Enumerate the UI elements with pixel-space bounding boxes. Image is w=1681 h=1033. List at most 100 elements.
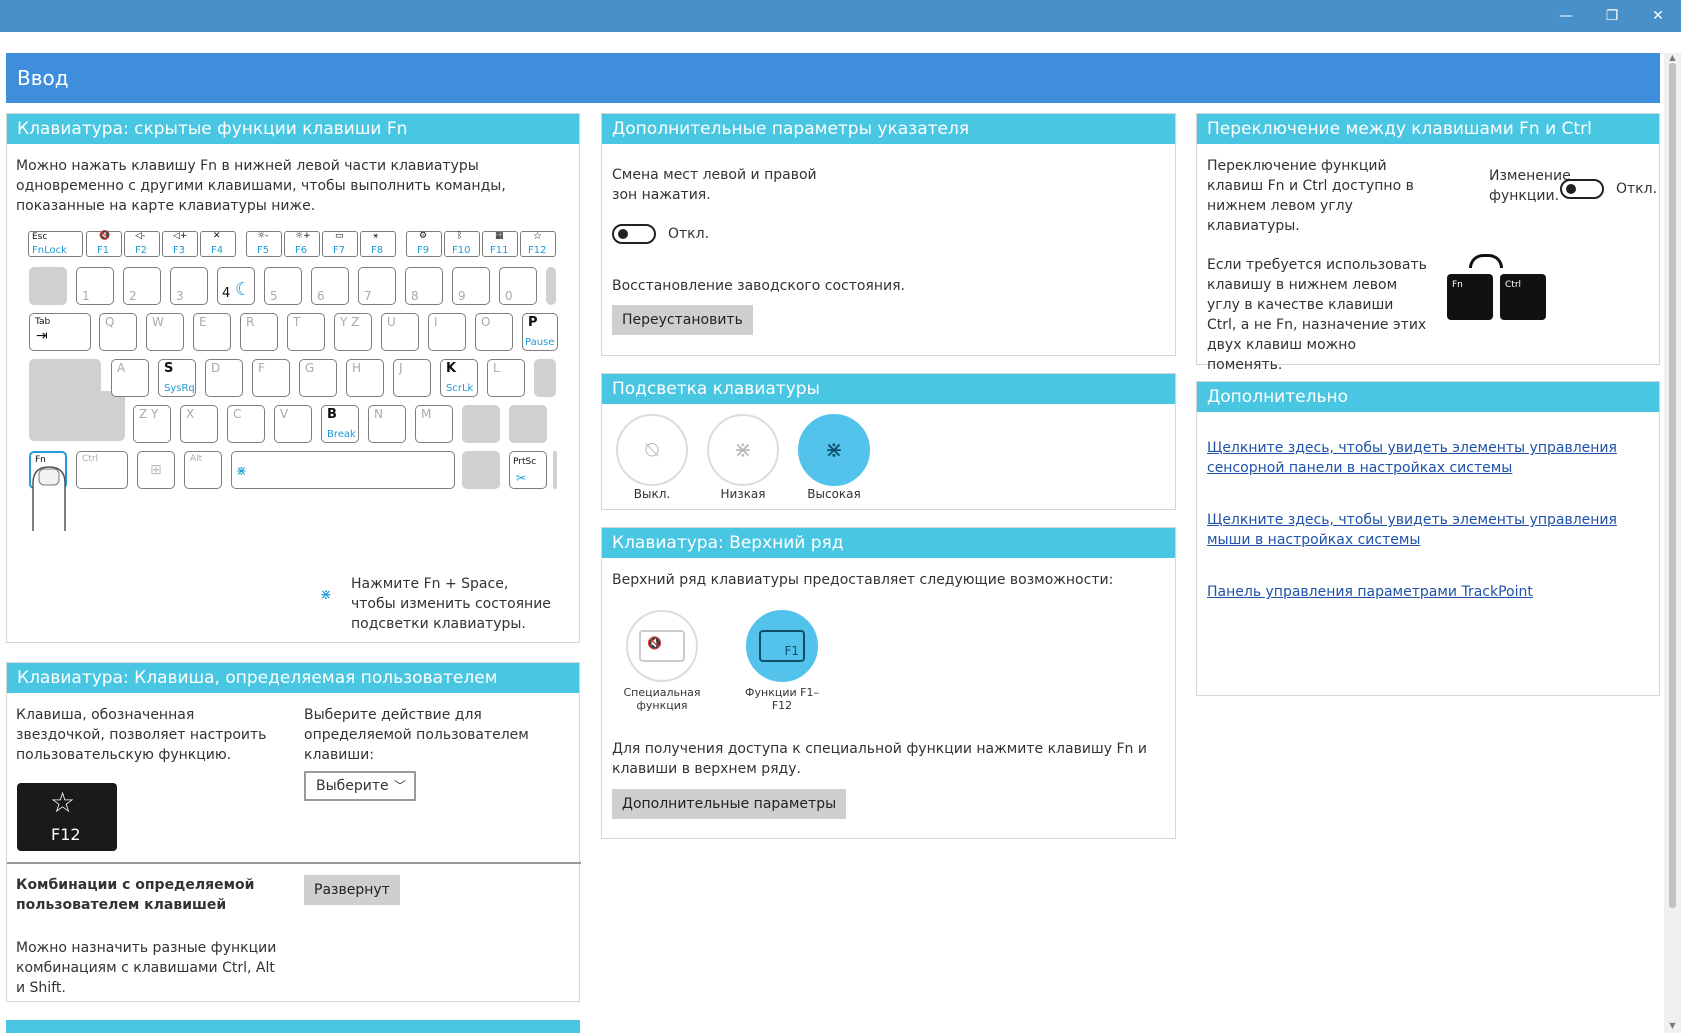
key-windows: ⊞: [137, 451, 175, 489]
backlight-card: Подсветка клавиатуры ⍉ Выкл. ⋇ Низкая ⋇ …: [601, 373, 1176, 510]
key-f6: ☼+ F6: [284, 231, 320, 257]
key-v: V: [274, 405, 312, 443]
minimize-button[interactable]: —: [1543, 0, 1589, 32]
key-d-label: D: [211, 361, 221, 375]
key-k-label: K: [446, 361, 457, 376]
key-f8: ⚹ F8: [360, 231, 396, 257]
top-row-card-title: Клавиатура: Верхний ряд: [602, 528, 1175, 558]
swap-zones-toggle[interactable]: [612, 224, 656, 244]
star-outline-icon: ☆: [50, 786, 76, 819]
top-row-card: Клавиатура: Верхний ряд Верхний ряд клав…: [601, 527, 1176, 839]
mouse-settings-link[interactable]: Щелкните здесь, чтобы увидеть элементы у…: [1207, 510, 1647, 550]
expand-button[interactable]: Развернут: [304, 875, 400, 905]
key-f3: ◁+ F3: [162, 231, 198, 257]
backlight-off-button[interactable]: ⍉: [616, 414, 688, 486]
key-alt-right: [462, 451, 500, 489]
restore-button[interactable]: ❐: [1589, 0, 1635, 32]
reset-button[interactable]: Переустановить: [612, 305, 753, 335]
change-function-label: Изменение функции.: [1489, 168, 1571, 204]
special-function-button[interactable]: 🔇: [626, 610, 698, 682]
key-7: 7: [358, 267, 396, 305]
key-f4: ✕ F4: [200, 231, 236, 257]
key-w: W: [146, 313, 184, 351]
snipping-tool-icon: ✂: [516, 471, 527, 485]
fn-key-image: Fn: [1447, 274, 1493, 320]
trackpoint-settings-link[interactable]: Панель управления параметрами TrackPoint: [1207, 582, 1647, 602]
key-t-label: T: [293, 315, 301, 329]
f1-key-icon: F1: [759, 630, 805, 662]
key-w-label: W: [152, 315, 164, 329]
mute-icon: 🔇: [647, 636, 662, 650]
key-7-label: 7: [364, 289, 372, 303]
special-function-label: Специальная функция: [623, 686, 701, 712]
key-m-label: M: [421, 407, 432, 421]
backlight-hint-text: Нажмите Fn + Space, чтобы изменить состо…: [351, 576, 551, 632]
key-0-label: 0: [505, 289, 513, 303]
keyboard-map: Esc FnLock 🔇 F1 ◁- F2 ◁+ F3 ✕ F4 ☼- F5 ☼+ F6 ▭…: [27, 231, 558, 531]
special-function-icon: 🔇: [639, 630, 685, 662]
key-f7: ▭ F7: [322, 231, 358, 257]
swap-arrow-icon: [1469, 254, 1503, 268]
swap-zones-label: Смена мест левой и правой зон нажатия.: [612, 167, 817, 203]
action-select[interactable]: Выберите ﹀: [304, 771, 416, 801]
touchpad-settings-link[interactable]: Щелкните здесь, чтобы увидеть элементы у…: [1207, 438, 1647, 478]
key-f-label: F: [258, 361, 265, 375]
key-prtsc-label: PrtSc: [513, 457, 537, 467]
key-l-label: L: [493, 361, 500, 375]
key-b-label: B: [327, 407, 337, 422]
key-i: I: [428, 313, 466, 351]
key-9-label: 9: [458, 289, 466, 303]
key-s: S SysRq: [158, 359, 196, 397]
more-card-title: Дополнительно: [1197, 382, 1659, 412]
f1-f12-button[interactable]: F1: [746, 610, 818, 682]
key-4: 4 ☾: [217, 267, 255, 305]
key-9: 9: [452, 267, 490, 305]
key-f12-label: F12: [528, 245, 547, 256]
advanced-settings-button[interactable]: Дополнительные параметры: [612, 789, 847, 819]
key-f11-label: F11: [490, 245, 509, 256]
vertical-scrollbar[interactable]: ▲ ▼: [1664, 53, 1681, 1033]
close-button[interactable]: ✕: [1635, 0, 1681, 32]
display-icon: ▭: [335, 231, 344, 241]
scroll-down-icon[interactable]: ▼: [1664, 1021, 1681, 1033]
key-3-label: 3: [176, 289, 184, 303]
scroll-thumb[interactable]: [1669, 63, 1676, 908]
backlight-low-button[interactable]: ⋇: [707, 414, 779, 486]
backlight-off-label: Выкл.: [633, 487, 671, 501]
key-f3-label: F3: [173, 245, 186, 256]
combo-title: Комбинации с определяемой пользователем …: [16, 877, 255, 913]
user-key-description: Клавиша, обозначенная звездочкой, позвол…: [16, 707, 267, 763]
f12-key-label: F12: [51, 825, 81, 844]
key-g: G: [299, 359, 337, 397]
key-arrow-partial: [553, 451, 557, 489]
backlight-high-button[interactable]: ⋇: [798, 414, 870, 486]
mute-icon: 🔇: [99, 231, 111, 241]
key-o: O: [475, 313, 513, 351]
key-j-label: J: [399, 361, 403, 375]
ctrl-key-image: Ctrl: [1500, 274, 1546, 320]
key-alt-label: Alt: [190, 454, 203, 464]
key-i-label: I: [434, 315, 438, 329]
key-f9-label: F9: [417, 245, 430, 256]
key-6-label: 6: [317, 289, 325, 303]
brightness-down-icon: ☼-: [257, 231, 269, 241]
f12-star-key: ☆ F12: [17, 783, 117, 851]
fn-ctrl-swap-card: Переключение между клавишами Fn и Ctrl П…: [1196, 113, 1660, 373]
key-shift-left: [29, 391, 125, 441]
key-d: D: [205, 359, 243, 397]
user-key-select-label: Выберите действие для определяемой польз…: [304, 707, 529, 763]
fn-ctrl-swap-toggle[interactable]: [1560, 179, 1604, 199]
key-period: [509, 405, 547, 443]
key-k: K ScrLk: [440, 359, 478, 397]
backlight-icon: ⋇: [236, 464, 247, 479]
next-card-header: [6, 1020, 580, 1033]
backlight-off-icon: ⍉: [645, 437, 659, 463]
key-v-label: V: [280, 407, 289, 421]
reset-label: Восстановление заводского состояния.: [612, 278, 905, 294]
key-t: T: [287, 313, 325, 351]
f1-f12-label: Функции F1–F12: [745, 686, 819, 712]
key-f12: ☆ F12: [520, 231, 556, 257]
key-p: P Pause: [522, 313, 558, 351]
key-g-label: G: [305, 361, 315, 375]
key-x: X: [180, 405, 218, 443]
